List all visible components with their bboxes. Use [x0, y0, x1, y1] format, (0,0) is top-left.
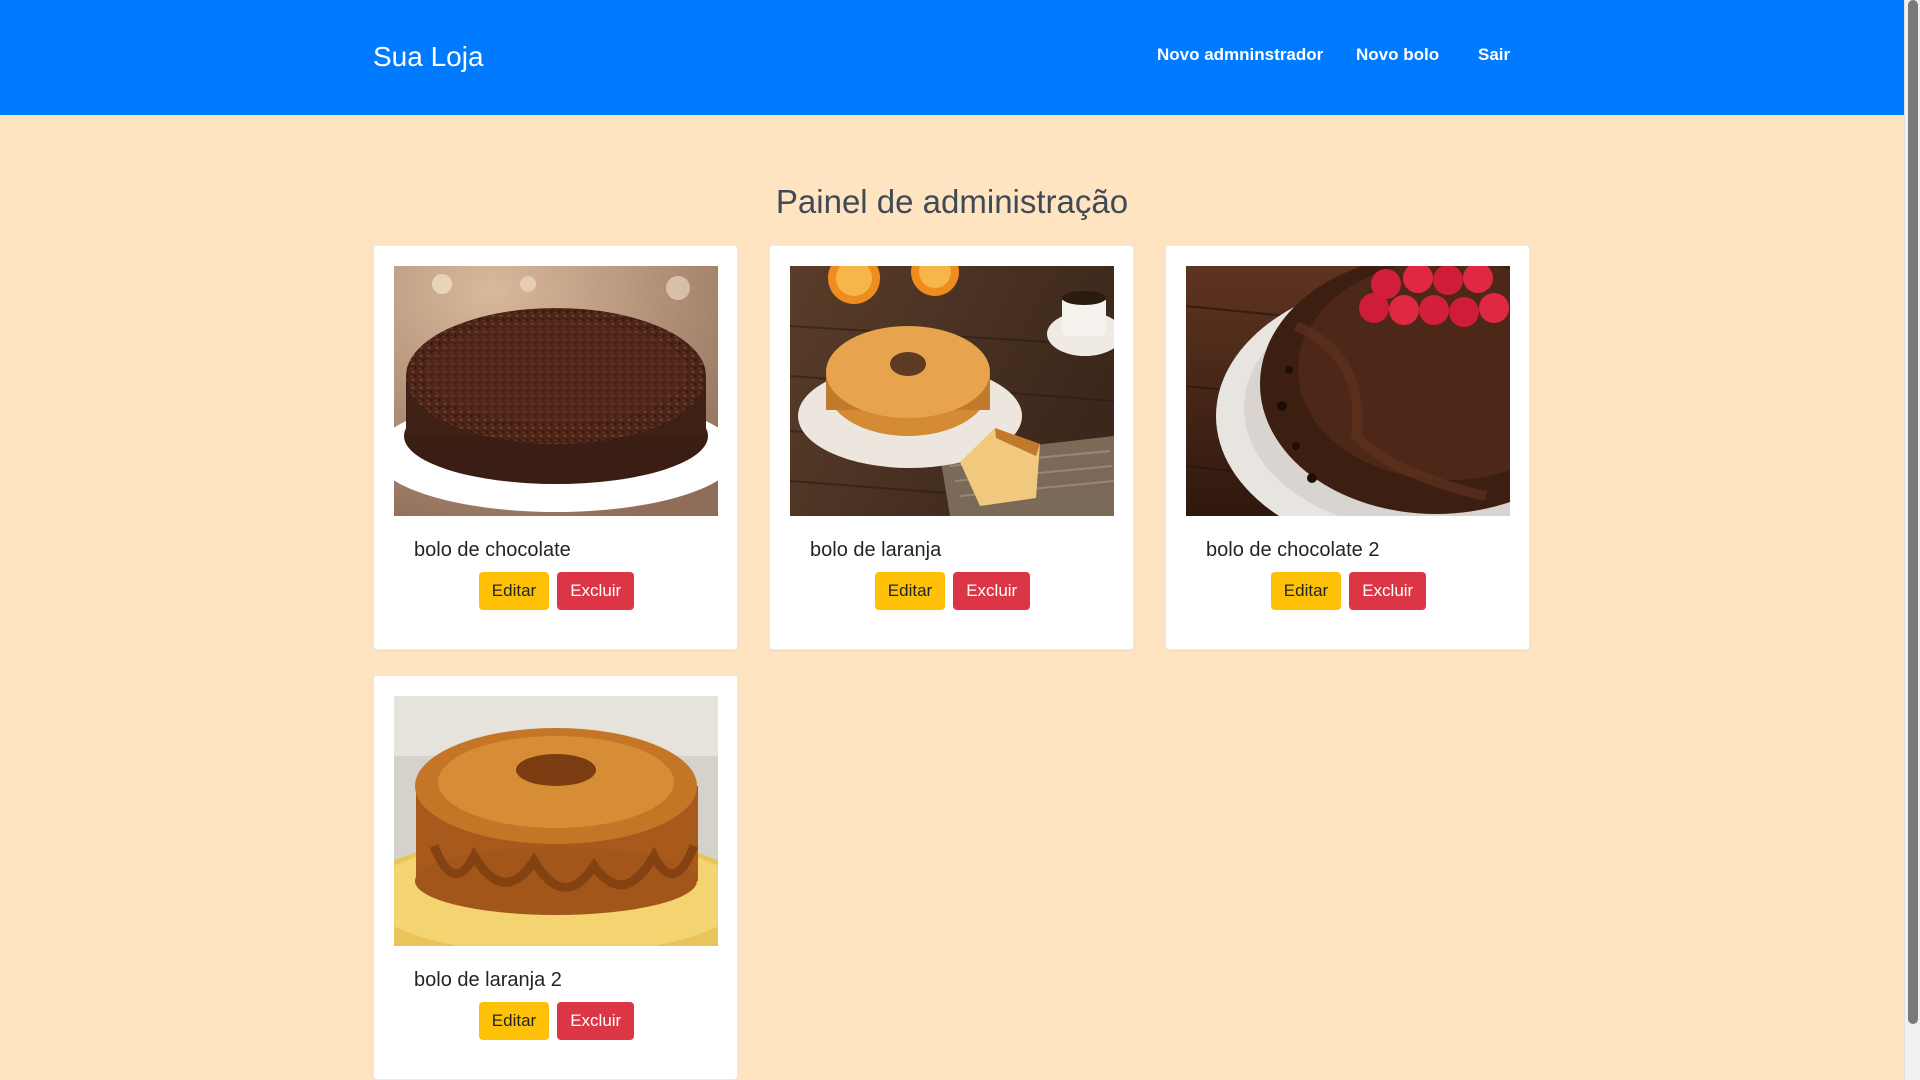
- product-card: bolo de chocolate Editar Excluir: [373, 245, 738, 650]
- edit-button[interactable]: Editar: [1270, 572, 1342, 610]
- page-title: Painel de administração: [775, 183, 1129, 220]
- page-scrollbar[interactable]: [1904, 0, 1920, 1080]
- orange-bundt-cake-image: [394, 696, 718, 946]
- delete-button[interactable]: Excluir: [557, 1002, 635, 1040]
- edit-button[interactable]: Editar: [478, 572, 550, 610]
- orange-cake-image: [790, 266, 1114, 516]
- product-card: bolo de chocolate 2 Editar Excluir: [1165, 245, 1530, 650]
- chocolate-raspberry-cake-image: [1186, 266, 1510, 516]
- product-name: bolo de chocolate: [414, 539, 571, 561]
- delete-button[interactable]: Excluir: [557, 572, 635, 610]
- new-admin-link[interactable]: Novo admninstrador: [1157, 45, 1323, 65]
- product-actions: Editar Excluir: [770, 572, 1135, 610]
- scrollbar-thumb[interactable]: [1908, 0, 1918, 1024]
- top-navbar: Sua Loja Novo admninstrador Novo bolo Sa…: [0, 0, 1904, 115]
- product-actions: Editar Excluir: [374, 572, 739, 610]
- product-actions: Editar Excluir: [1166, 572, 1531, 610]
- product-card: bolo de laranja 2 Editar Excluir: [373, 675, 738, 1080]
- product-actions: Editar Excluir: [374, 1002, 739, 1040]
- delete-button[interactable]: Excluir: [1349, 572, 1427, 610]
- product-name: bolo de laranja: [810, 539, 942, 561]
- delete-button[interactable]: Excluir: [953, 572, 1031, 610]
- product-name: bolo de chocolate 2: [1206, 539, 1380, 561]
- brand-link[interactable]: Sua Loja: [373, 40, 484, 74]
- edit-button[interactable]: Editar: [874, 572, 946, 610]
- chocolate-cake-image: [394, 266, 718, 516]
- product-card: bolo de laranja Editar Excluir: [769, 245, 1134, 650]
- logout-link[interactable]: Sair: [1478, 45, 1510, 65]
- edit-button[interactable]: Editar: [478, 1002, 550, 1040]
- product-name: bolo de laranja 2: [414, 969, 562, 991]
- new-cake-link[interactable]: Novo bolo: [1356, 45, 1439, 65]
